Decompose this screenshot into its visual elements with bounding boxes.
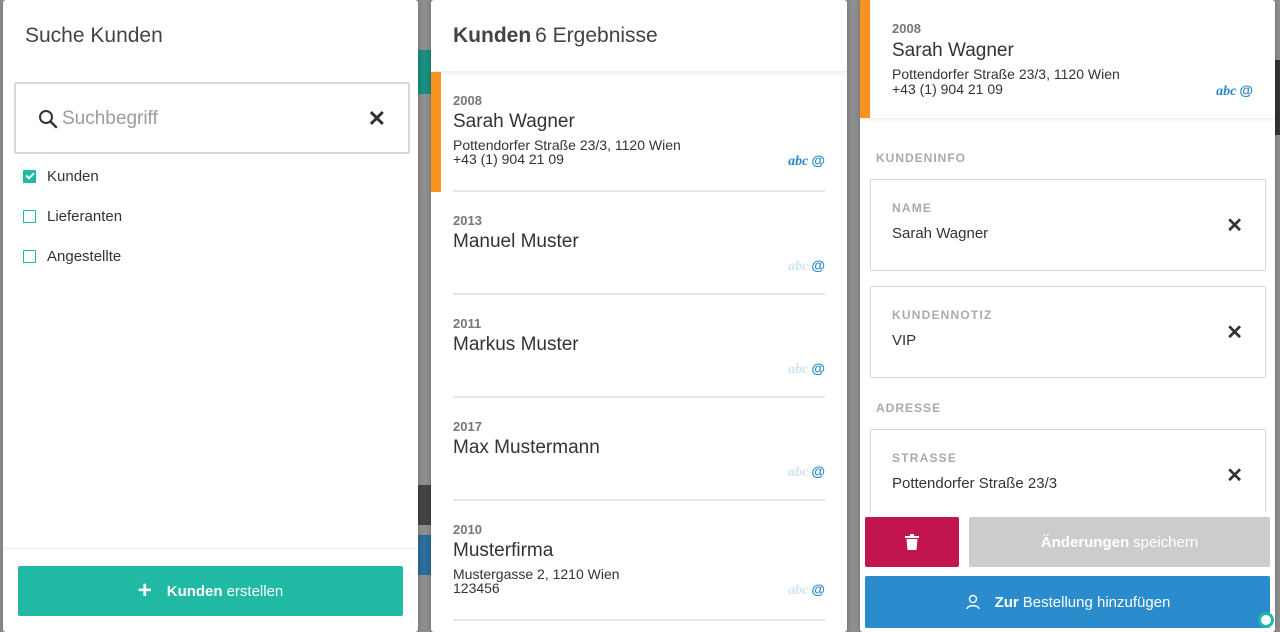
abc-icon: abc bbox=[788, 583, 809, 598]
customer-name: Markus Muster bbox=[453, 334, 579, 355]
abc-badge: abc @ bbox=[788, 257, 825, 275]
checkbox-icon[interactable] bbox=[23, 210, 36, 223]
email-icon: @ bbox=[811, 581, 825, 597]
divider bbox=[453, 619, 825, 621]
filter-angestellte[interactable]: Angestellte bbox=[23, 248, 121, 265]
abc-badge: abc @ bbox=[788, 463, 825, 481]
section-heading-adresse: ADRESSE bbox=[876, 401, 942, 415]
results-count: 6 Ergebnisse bbox=[535, 24, 658, 47]
close-icon[interactable]: ✕ bbox=[1226, 466, 1243, 486]
abc-icon: abc bbox=[788, 465, 809, 480]
customer-id: 2010 bbox=[453, 522, 482, 537]
results-header: Kunden 6 Ergebnisse bbox=[431, 0, 847, 72]
field-value[interactable]: VIP bbox=[892, 332, 916, 349]
filter-label: Lieferanten bbox=[47, 208, 123, 225]
background-app bbox=[418, 50, 431, 94]
abc-badge: abc @ bbox=[788, 581, 825, 599]
filter-kunden[interactable]: Kunden bbox=[23, 168, 99, 185]
customer-name: Sarah Wagner bbox=[892, 40, 1014, 61]
filter-lieferanten[interactable]: Lieferanten bbox=[23, 208, 122, 225]
street-field[interactable]: STRASSE Pottendorfer Straße 23/3 ✕ bbox=[870, 429, 1266, 521]
create-button-text: erstellen bbox=[226, 582, 284, 600]
add-to-order-button[interactable]: Zur Bestellung hinzufügen bbox=[865, 576, 1270, 628]
search-panel-title: Suche Kunden bbox=[25, 24, 163, 47]
background-app-strip bbox=[418, 485, 431, 525]
background-app-strip-2 bbox=[418, 535, 431, 575]
create-button-bold: Kunden bbox=[166, 582, 223, 600]
checkbox-icon[interactable] bbox=[23, 250, 36, 263]
search-icon bbox=[39, 110, 58, 129]
detail-header: 2008 Sarah Wagner Pottendorfer Straße 23… bbox=[860, 0, 1275, 118]
email-icon: @ bbox=[811, 463, 825, 479]
customer-address: Pottendorfer Straße 23/3, 1120 Wien bbox=[892, 66, 1120, 82]
detail-panel: 2008 Sarah Wagner Pottendorfer Straße 23… bbox=[860, 0, 1275, 632]
close-icon[interactable]: ✕ bbox=[1226, 323, 1243, 343]
result-item[interactable]: 2011 Markus Muster abc @ bbox=[431, 295, 847, 398]
filter-label: Angestellte bbox=[47, 248, 122, 265]
customer-name: Manuel Muster bbox=[453, 231, 579, 252]
field-label: KUNDENNOTIZ bbox=[892, 308, 993, 322]
filter-label: Kunden bbox=[47, 168, 99, 185]
result-item[interactable]: 2013 Manuel Muster abc @ bbox=[431, 192, 847, 295]
user-icon bbox=[965, 594, 980, 610]
add-button-text: Bestellung hinzufügen bbox=[1022, 593, 1171, 611]
save-button-text: speichern bbox=[1133, 533, 1199, 551]
customer-name: Max Mustermann bbox=[453, 437, 600, 458]
customer-name: Sarah Wagner bbox=[453, 111, 575, 132]
email-icon: @ bbox=[811, 257, 825, 273]
checkbox-icon[interactable] bbox=[23, 170, 36, 183]
abc-icon: abc bbox=[788, 259, 809, 274]
abc-badge: abc @ bbox=[788, 152, 825, 170]
section-heading-kundeninfo: KUNDENINFO bbox=[876, 151, 966, 165]
result-item[interactable]: 2010 Musterfirma Mustergasse 2, 1210 Wie… bbox=[431, 501, 847, 621]
email-icon: @ bbox=[1239, 82, 1253, 98]
customer-address: Mustergasse 2, 1210 Wien bbox=[453, 566, 620, 582]
field-label: NAME bbox=[892, 201, 933, 215]
abc-icon: abc bbox=[1216, 84, 1237, 99]
abc-badge: abc @ bbox=[788, 360, 825, 378]
customer-phone: +43 (1) 904 21 09 bbox=[892, 81, 1003, 97]
result-item[interactable]: 2008 Sarah Wagner Pottendorfer Straße 23… bbox=[431, 72, 847, 192]
field-value[interactable]: Sarah Wagner bbox=[892, 225, 988, 242]
create-customer-button[interactable]: + Kunden erstellen bbox=[18, 566, 403, 616]
customer-id: 2011 bbox=[453, 316, 482, 331]
customer-phone: 123456 bbox=[453, 580, 500, 596]
results-title: Kunden 6 Ergebnisse bbox=[453, 24, 658, 48]
customer-id: 2017 bbox=[453, 419, 482, 434]
trash-icon bbox=[905, 534, 919, 550]
status-indicator-icon[interactable] bbox=[1258, 612, 1274, 628]
name-field[interactable]: NAME Sarah Wagner ✕ bbox=[870, 179, 1266, 271]
search-box[interactable]: ✕ bbox=[14, 82, 410, 154]
email-icon: @ bbox=[811, 360, 825, 376]
search-input[interactable] bbox=[62, 102, 352, 136]
results-title-bold: Kunden bbox=[453, 24, 532, 47]
results-panel: Kunden 6 Ergebnisse 2008 Sarah Wagner Pot… bbox=[431, 0, 847, 632]
customer-address: Pottendorfer Straße 23/3, 1120 Wien bbox=[453, 137, 681, 153]
customer-id: 2008 bbox=[892, 21, 921, 36]
field-label: STRASSE bbox=[892, 451, 958, 465]
detail-actions: Änderungen speichern Zur Bestellung hinzuf… bbox=[860, 512, 1275, 632]
email-icon: @ bbox=[811, 152, 825, 168]
abc-icon: abc bbox=[788, 362, 809, 377]
clear-search-icon[interactable]: ✕ bbox=[368, 108, 386, 130]
result-item[interactable]: 2017 Max Mustermann abc @ bbox=[431, 398, 847, 501]
close-icon[interactable]: ✕ bbox=[1226, 216, 1243, 236]
search-panel: Suche Kunden ✕ Kunden Lieferanten Angest… bbox=[3, 0, 418, 632]
abc-icon: abc bbox=[788, 154, 809, 169]
customer-id: 2008 bbox=[453, 93, 482, 108]
add-button-bold: Zur bbox=[994, 593, 1019, 611]
abc-badge: abc @ bbox=[1216, 82, 1253, 100]
delete-button[interactable] bbox=[865, 517, 959, 567]
customer-phone: +43 (1) 904 21 09 bbox=[453, 151, 564, 167]
background-app-strip-3 bbox=[1275, 60, 1280, 135]
save-changes-button[interactable]: Änderungen speichern bbox=[969, 517, 1270, 567]
save-button-bold: Änderungen bbox=[1040, 533, 1130, 551]
customer-name: Musterfirma bbox=[453, 540, 554, 561]
note-field[interactable]: KUNDENNOTIZ VIP ✕ bbox=[870, 286, 1266, 378]
plus-icon: + bbox=[137, 577, 152, 604]
customer-id: 2013 bbox=[453, 213, 482, 228]
field-value[interactable]: Pottendorfer Straße 23/3 bbox=[892, 475, 1057, 492]
